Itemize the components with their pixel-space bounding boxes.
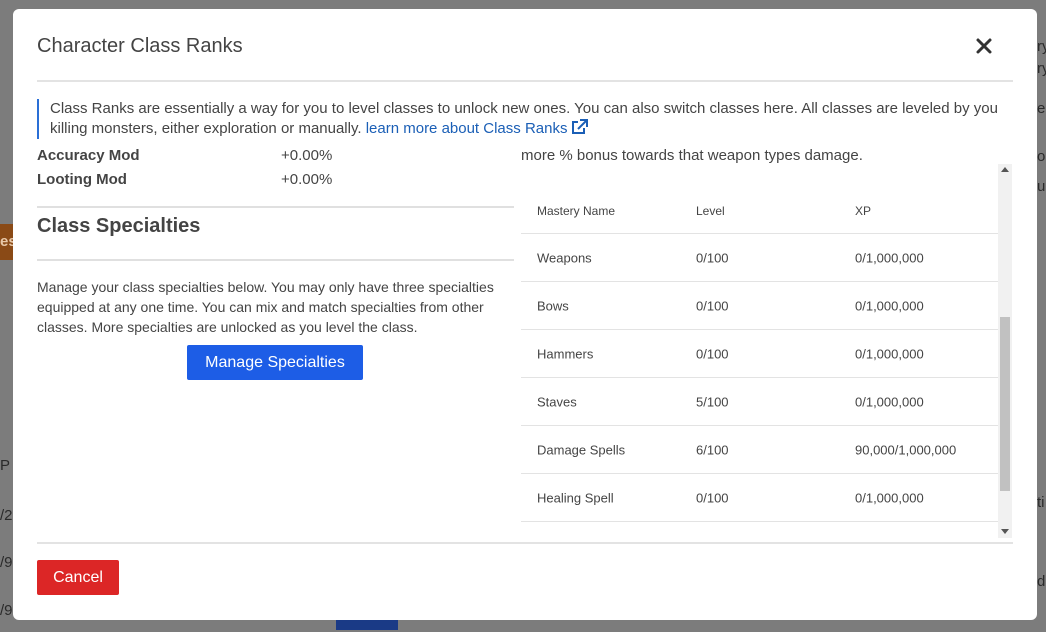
background-text: d bbox=[1037, 573, 1046, 590]
footer-divider bbox=[37, 542, 1013, 544]
modal-title: Character Class Ranks bbox=[37, 35, 243, 57]
background-text: ti bbox=[1037, 494, 1045, 511]
table-row: Hammers 0/100 0/1,000,000 bbox=[521, 330, 998, 378]
mastery-name-cell: Staves bbox=[537, 394, 577, 409]
background-text: ur bbox=[1037, 178, 1046, 195]
table-header: Mastery Name Level XP bbox=[521, 183, 998, 234]
learn-more-link[interactable]: learn more about Class Ranks bbox=[365, 119, 589, 137]
info-callout: Class Ranks are essentially a way for yo… bbox=[37, 99, 1013, 139]
modal-header: Character Class Ranks bbox=[37, 9, 1013, 82]
cancel-button[interactable]: Cancel bbox=[37, 560, 119, 595]
external-link-icon bbox=[570, 119, 589, 135]
stat-label: Looting Mod bbox=[37, 171, 127, 188]
table-row: Weapons 0/100 0/1,000,000 bbox=[521, 234, 998, 282]
xp-cell: 90,000/1,000,000 bbox=[855, 442, 957, 457]
level-cell: 6/100 bbox=[696, 442, 729, 457]
xp-cell: 0/1,000,000 bbox=[855, 250, 924, 265]
xp-cell: 0/1,000,000 bbox=[855, 346, 924, 361]
column-header-level[interactable]: Level bbox=[696, 204, 725, 218]
mastery-name-cell: Damage Spells bbox=[537, 442, 626, 457]
xp-cell: 0/1,000,000 bbox=[855, 394, 924, 409]
background-tab-fragment: es bbox=[0, 224, 17, 260]
mastery-name-cell: Bows bbox=[537, 298, 569, 313]
level-cell: 5/100 bbox=[696, 394, 729, 409]
divider bbox=[37, 206, 514, 208]
mastery-name-cell: Weapons bbox=[537, 250, 592, 265]
xp-cell: 0/1,000,000 bbox=[855, 490, 924, 505]
class-details-column: Accuracy Mod +0.00% Looting Mod +0.00% C… bbox=[37, 149, 514, 539]
stat-value: +0.00% bbox=[281, 171, 333, 188]
class-ranks-modal: Character Class Ranks Class Ranks are es… bbox=[13, 9, 1037, 620]
table-row: Damage Spells 6/100 90,000/1,000,000 bbox=[521, 426, 998, 474]
background-text: /2 bbox=[0, 507, 13, 524]
mastery-table: Mastery Name Level XP Weapons 0/100 0/1,… bbox=[521, 183, 998, 522]
level-cell: 0/100 bbox=[696, 298, 729, 313]
mastery-name-cell: Hammers bbox=[537, 346, 594, 361]
background-text: ry bbox=[1037, 38, 1046, 55]
scroll-down-arrow-icon[interactable] bbox=[1001, 529, 1009, 534]
column-header-xp[interactable]: XP bbox=[855, 204, 871, 218]
mastery-column: more % bonus towards that weapon types d… bbox=[521, 149, 1013, 540]
manage-specialties-button[interactable]: Manage Specialties bbox=[187, 345, 363, 380]
table-row: Staves 5/100 0/1,000,000 bbox=[521, 378, 998, 426]
mastery-intro-text: more % bonus towards that weapon types d… bbox=[521, 149, 863, 164]
close-icon[interactable] bbox=[975, 37, 993, 55]
stat-label: Accuracy Mod bbox=[37, 149, 140, 164]
section-title: Class Specialties bbox=[37, 215, 201, 237]
background-text: ry bbox=[1037, 60, 1046, 77]
level-cell: 0/100 bbox=[696, 490, 729, 505]
specialties-description: Manage your class specialties below. You… bbox=[37, 279, 494, 335]
scrollbar-thumb[interactable] bbox=[1000, 317, 1010, 491]
stat-value: +0.00% bbox=[281, 149, 333, 164]
scroll-up-arrow-icon[interactable] bbox=[1001, 167, 1009, 172]
background-text: P bbox=[0, 457, 11, 474]
background-text: e bbox=[1037, 100, 1046, 117]
divider bbox=[37, 259, 514, 261]
level-cell: 0/100 bbox=[696, 250, 729, 265]
table-row: Healing Spell 0/100 0/1,000,000 bbox=[521, 474, 998, 522]
table-row: Bows 0/100 0/1,000,000 bbox=[521, 282, 998, 330]
mastery-name-cell: Healing Spell bbox=[537, 490, 614, 505]
learn-more-link-label: learn more about Class Ranks bbox=[365, 120, 568, 137]
background-text: o bbox=[1037, 148, 1046, 165]
level-cell: 0/100 bbox=[696, 346, 729, 361]
column-header-mastery-name[interactable]: Mastery Name bbox=[537, 204, 615, 218]
mastery-scrollbar[interactable] bbox=[998, 164, 1012, 538]
xp-cell: 0/1,000,000 bbox=[855, 298, 924, 313]
